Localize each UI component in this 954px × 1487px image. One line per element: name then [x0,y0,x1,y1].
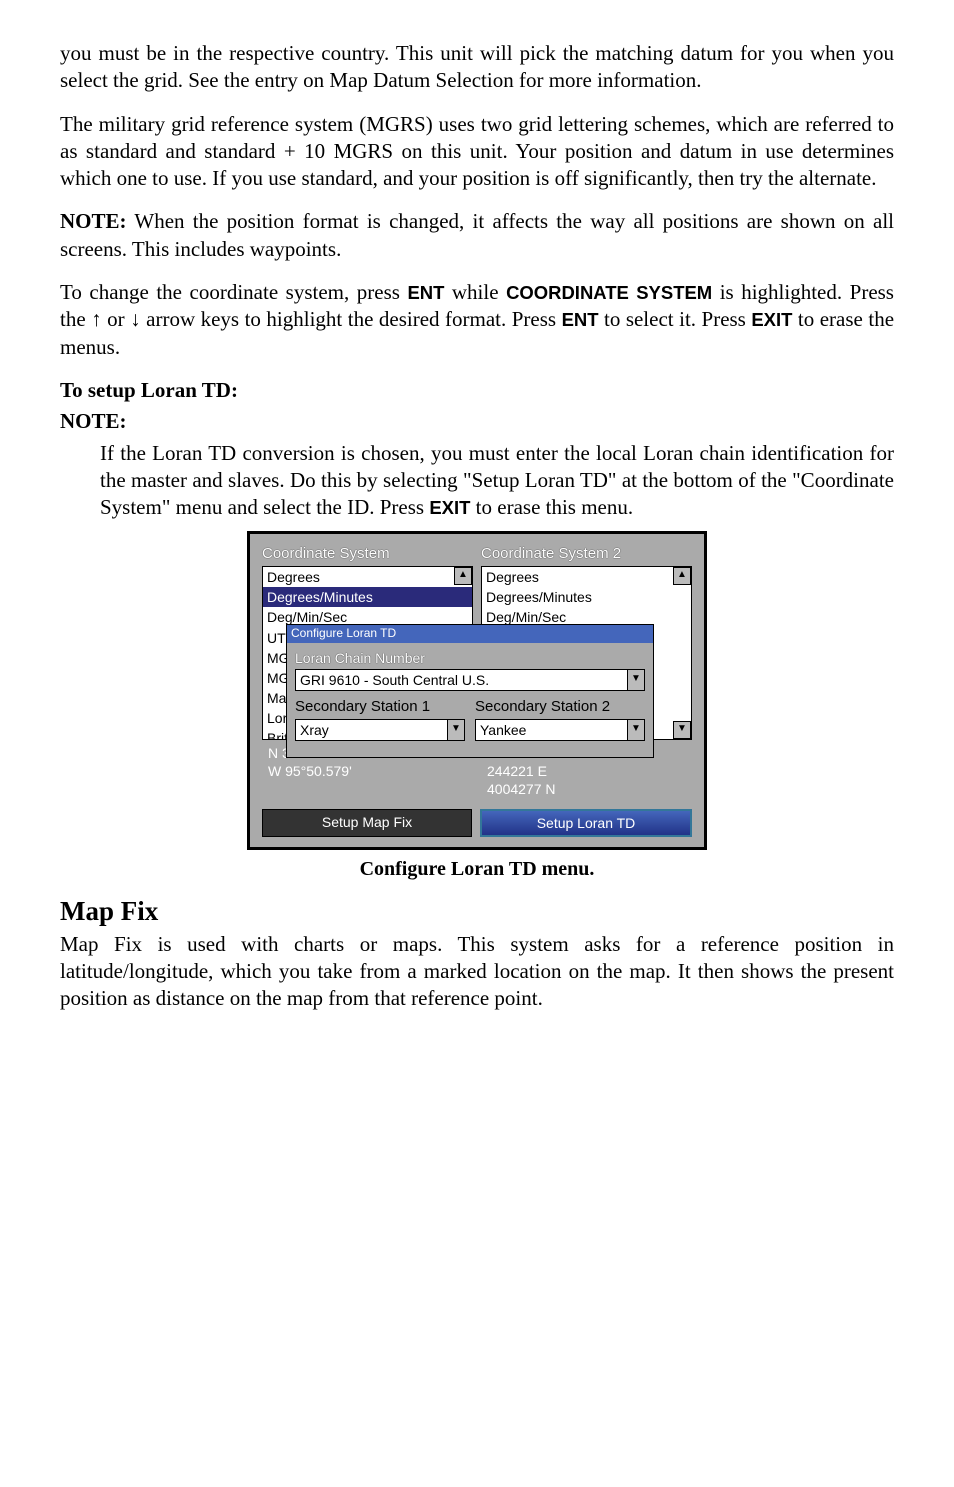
loran-chain-number-combo[interactable]: GRI 9610 - South Central U.S. ▼ [295,669,645,691]
chevron-down-icon[interactable]: ▼ [627,720,644,740]
note2-label: NOTE: [60,408,894,435]
exit-key-2: EXIT [429,497,470,518]
coordinate-system-window: Coordinate System ▲ Degrees Degrees/Minu… [247,531,707,849]
coord-easting: 244221 E [481,762,692,780]
note2-post: to erase this menu. [470,495,633,519]
coord-lon: W 95°50.579' [262,762,473,780]
note2-paragraph: If the Loran TD conversion is chosen, yo… [100,440,894,522]
coord-sys-2-label: Coordinate System 2 [481,544,692,564]
note-label: NOTE: [60,209,127,233]
loran-chain-number-value: GRI 9610 - South Central U.S. [300,672,489,688]
scroll-up-icon[interactable]: ▲ [454,567,472,585]
note-text: When the position format is changed, it … [60,209,894,260]
map-fix-heading: Map Fix [60,894,894,929]
setup-map-fix-button[interactable]: Setup Map Fix [262,809,472,837]
setup-loran-heading: To setup Loran TD: [60,377,894,404]
scroll-down-icon[interactable]: ▼ [673,721,691,739]
para3-mid1: while [444,280,506,304]
chevron-down-icon[interactable]: ▼ [627,670,644,690]
configure-loran-td-dialog: Configure Loran TD Loran Chain Number GR… [286,624,654,757]
exit-key-1: EXIT [751,309,792,330]
secondary-station-2-combo[interactable]: Yankee ▼ [475,719,645,741]
figure-caption: Configure Loran TD menu. [60,856,894,882]
paragraph-2: The military grid reference system (MGRS… [60,111,894,193]
para3-mid4: to select it. Press [599,307,752,331]
scroll-up-icon[interactable]: ▲ [673,567,691,585]
paragraph-1: you must be in the respective country. T… [60,40,894,95]
secondary-station-1-value: Xray [300,722,329,738]
down-arrow-icon: ↓ [130,308,141,331]
secondary-station-2-value: Yankee [480,722,526,738]
secondary-station-1-label: Secondary Station 1 [295,697,465,717]
list-item[interactable]: Degrees [263,567,472,587]
list-item[interactable]: Degrees [482,567,691,587]
paragraph-3: To change the coordinate system, press E… [60,279,894,361]
setup-loran-td-button[interactable]: Setup Loran TD [480,809,692,837]
ent-key-1: ENT [407,282,444,303]
up-arrow-icon: ↑ [91,308,102,331]
para3-mid3: arrow keys to highlight the desired form… [141,307,562,331]
note-paragraph: NOTE: When the position format is change… [60,208,894,263]
coordinate-system-label: COORDINATE SYSTEM [506,282,712,303]
secondary-station-1-combo[interactable]: Xray ▼ [295,719,465,741]
secondary-station-2-label: Secondary Station 2 [475,697,645,717]
or-text: or [102,307,130,331]
map-fix-paragraph: Map Fix is used with charts or maps. Thi… [60,931,894,1013]
loran-chain-number-label: Loran Chain Number [295,649,645,667]
coord-northing: 4004277 N [481,780,692,798]
ent-key-2: ENT [562,309,599,330]
list-item[interactable]: Degrees/Minutes [482,587,691,607]
chevron-down-icon[interactable]: ▼ [447,720,464,740]
para3-pre: To change the coordinate system, press [60,280,407,304]
coord-sys-1-label: Coordinate System [262,544,473,564]
dialog-title: Configure Loran TD [287,625,653,643]
list-item[interactable]: Degrees/Minutes [263,587,472,607]
